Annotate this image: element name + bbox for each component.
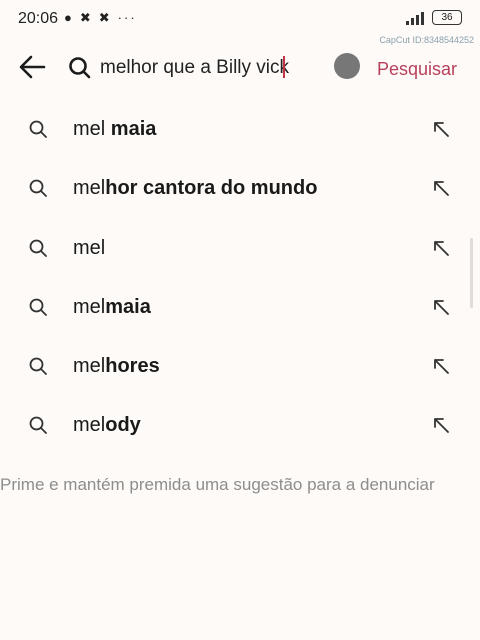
capcut-icon-2: ✖ — [98, 10, 110, 25]
suggestion-item[interactable]: melhores — [0, 337, 480, 396]
suggestion-prefix: mel — [73, 355, 106, 378]
signal-icon — [406, 9, 424, 25]
search-icon — [29, 417, 47, 435]
fill-query-arrow-icon[interactable] — [431, 238, 451, 258]
suggestion-prefix: mel — [73, 118, 111, 140]
back-button[interactable] — [16, 50, 50, 84]
battery-icon: 36 — [432, 10, 462, 25]
search-icon — [69, 57, 91, 79]
suggestion-completion: maia — [110, 118, 157, 140]
suggestion-text: mel maia — [73, 118, 156, 141]
status-time: 20:06 — [18, 10, 59, 27]
report-hint: Prime e mantém premida uma sugestão para… — [0, 475, 435, 494]
text-cursor — [283, 56, 285, 78]
search-icon — [29, 120, 47, 138]
capcut-icon: ✖ — [79, 10, 91, 25]
search-icon — [29, 239, 47, 257]
suggestion-item[interactable]: melody — [0, 396, 480, 455]
suggestion-text: mel — [73, 237, 105, 260]
fill-query-arrow-icon[interactable] — [431, 297, 451, 317]
suggestion-completion: ody — [105, 414, 141, 437]
message-icon: ● — [64, 10, 72, 25]
search-icon — [29, 298, 47, 316]
suggestion-prefix: mel — [73, 236, 106, 259]
fill-query-arrow-icon[interactable] — [431, 415, 451, 435]
search-input[interactable] — [98, 56, 322, 80]
suggestion-item[interactable]: melmaia — [0, 278, 480, 337]
suggestion-prefix: mel — [73, 295, 106, 318]
fill-query-arrow-icon[interactable] — [431, 119, 451, 139]
suggestion-item[interactable]: mel maia — [0, 100, 480, 159]
notification-icons: ● ✖ ✖ ··· — [64, 10, 137, 26]
back-arrow-icon — [19, 55, 46, 79]
suggestion-completion: hores — [105, 355, 160, 378]
search-box[interactable] — [58, 46, 348, 90]
suggestion-item[interactable]: mel — [0, 219, 480, 278]
suggestion-text: melody — [73, 414, 141, 437]
suggestion-prefix: mel — [73, 177, 106, 200]
status-bar: 20:06 ● ✖ ✖ ··· 36 CapCut ID:8348544252 — [0, 0, 480, 45]
suggestion-text: melhor cantora do mundo — [73, 177, 317, 200]
clear-search-button[interactable] — [334, 53, 360, 79]
search-icon — [29, 357, 47, 376]
suggestion-text: melhores — [73, 355, 160, 378]
search-header: Pesquisar — [0, 40, 480, 96]
suggestion-list: mel maia melhor cantora do mundo mel melmai… — [0, 100, 480, 456]
suggestion-prefix: mel — [73, 414, 106, 437]
search-icon — [29, 179, 47, 198]
fill-query-arrow-icon[interactable] — [431, 356, 451, 376]
more-notifications-icon: ··· — [117, 10, 137, 25]
suggestion-completion: hor cantora do mundo — [105, 177, 318, 200]
suggestion-completion: maia — [105, 295, 151, 318]
suggestion-item[interactable]: melhor cantora do mundo — [0, 159, 480, 218]
scrollbar[interactable] — [470, 238, 473, 308]
fill-query-arrow-icon[interactable] — [431, 178, 451, 198]
search-submit-button[interactable]: Pesquisar — [362, 54, 472, 84]
suggestion-text: melmaia — [73, 296, 151, 319]
